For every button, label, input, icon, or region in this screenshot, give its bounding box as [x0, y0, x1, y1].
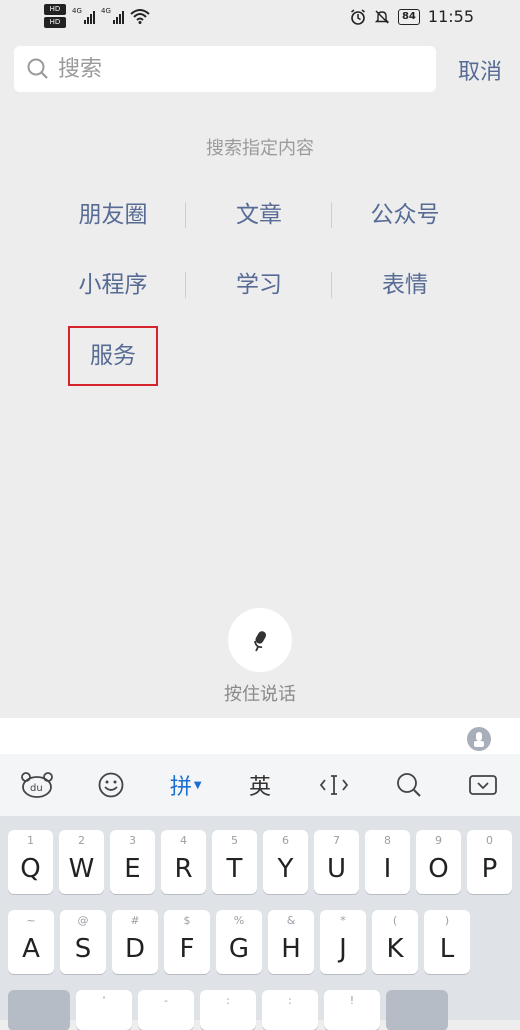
key-row3-2[interactable]: - — [138, 990, 194, 1030]
search-input[interactable] — [56, 55, 420, 83]
key-d[interactable]: # D — [112, 910, 158, 974]
category-learning[interactable]: 学习 — [186, 260, 332, 310]
wifi-icon — [130, 9, 150, 24]
microphone-icon — [254, 631, 266, 652]
hide-keyboard-icon[interactable] — [458, 765, 508, 805]
cancel-button[interactable]: 取消 — [458, 54, 502, 86]
search-box[interactable] — [14, 46, 436, 92]
cursor-move-icon[interactable] — [309, 765, 359, 805]
delete-key[interactable] — [386, 990, 448, 1030]
pinyin-mode-tab[interactable]: 拼 ▼ — [161, 765, 211, 805]
category-services[interactable]: 服务 — [40, 326, 186, 386]
hd-badge: HD — [44, 4, 66, 15]
key-row3-3[interactable]: : — [200, 990, 256, 1030]
key-y[interactable]: 6Y — [263, 830, 308, 894]
network-label: 4G — [72, 7, 82, 15]
pinyin-mode-label: 拼 — [169, 775, 192, 800]
key-i[interactable]: 8I — [365, 830, 410, 894]
signal-icon: 4G — [101, 7, 124, 24]
hd-badges: HD HD — [44, 4, 66, 28]
key-a[interactable]: ~ A — [8, 910, 54, 974]
key-q[interactable]: 1Q — [8, 830, 53, 894]
status-left: HD HD 4G 4G — [44, 4, 150, 28]
category-services-label: 服务 — [68, 326, 158, 386]
key-w[interactable]: 2W — [59, 830, 104, 894]
key-area: 1Q 2W 3E 4R 5T 6Y 7U 8I 9O 0P ~ A @ S # D $… — [8, 830, 512, 1030]
key-e[interactable]: 3E — [110, 830, 155, 894]
category-official-accounts[interactable]: 公众号 — [332, 190, 478, 240]
key-k[interactable]: (K — [372, 910, 418, 974]
key-row-3: ' - : : ! — [8, 990, 512, 1030]
key-l[interactable]: ) L — [424, 910, 470, 974]
key-h[interactable]: & H — [268, 910, 314, 974]
key-row3-5[interactable]: ! — [324, 990, 380, 1030]
key-o[interactable]: 9O — [416, 830, 461, 894]
category-mini-programs[interactable]: 小程序 — [40, 260, 186, 310]
search-icon — [27, 58, 48, 79]
key-row3-1[interactable]: ' — [76, 990, 132, 1030]
voice-input-button[interactable] — [228, 608, 292, 672]
key-g[interactable]: % G — [216, 910, 262, 974]
signal-icon: 4G — [72, 7, 95, 24]
assistant-icon[interactable] — [466, 726, 492, 752]
keyboard-toolbar: du 拼 ▼ 英 — [0, 754, 520, 816]
key-u[interactable]: 7U — [314, 830, 359, 894]
keyboard-top-bar — [0, 718, 520, 754]
status-bar: HD HD 4G 4G 84 11:55 — [0, 0, 520, 36]
key-row-2: ~ A @ S # D $ F % G & H * J (K ) L — [8, 910, 512, 976]
category-articles[interactable]: 文章 — [186, 190, 332, 240]
category-grid: 朋友圈 文章 公众号 小程序 学习 表情 服务 — [40, 190, 480, 400]
category-row: 服务 — [40, 326, 480, 386]
category-row: 朋友圈 文章 公众号 — [40, 190, 480, 240]
search-icon[interactable] — [384, 765, 434, 805]
key-r[interactable]: 4R — [161, 830, 206, 894]
key-f[interactable]: $ F — [164, 910, 210, 974]
clock: 11:55 — [427, 7, 474, 26]
category-stickers[interactable]: 表情 — [332, 260, 478, 310]
voice-input-label: 按住说话 — [224, 684, 296, 705]
bear-logo-icon[interactable]: du — [12, 765, 62, 805]
battery-indicator: 84 — [397, 8, 420, 25]
key-row-1: 1Q 2W 3E 4R 5T 6Y 7U 8I 9O 0P — [8, 830, 512, 896]
keyboard: du 拼 ▼ 英 1 Q 2 W 3 E 4 R 5 T 6 Y 7 U 8 I… — [0, 718, 520, 1030]
mute-bell-icon — [374, 9, 390, 24]
english-mode-label: 英 — [248, 775, 271, 800]
shift-key[interactable] — [8, 990, 70, 1030]
category-moments[interactable]: 朋友圈 — [40, 190, 186, 240]
caret-down-icon: ▼ — [193, 779, 202, 791]
key-row3-4[interactable]: : — [262, 990, 318, 1030]
category-row: 小程序 学习 表情 — [40, 260, 480, 310]
search-hint: 搜索指定内容 — [206, 138, 314, 159]
alarm-icon — [351, 8, 365, 25]
svg-text:du: du — [30, 783, 43, 794]
key-t[interactable]: 5T — [212, 830, 257, 894]
key-p[interactable]: 0P — [467, 830, 512, 894]
hd-badge: HD — [44, 17, 66, 28]
search-row: 取消 — [14, 46, 506, 94]
emoji-icon[interactable] — [86, 765, 136, 805]
key-s[interactable]: @ S — [60, 910, 106, 974]
status-right: 84 11:55 — [350, 7, 474, 26]
network-label: 4G — [101, 7, 111, 15]
key-j[interactable]: * J — [320, 910, 366, 974]
english-mode-tab[interactable]: 英 — [235, 765, 285, 805]
